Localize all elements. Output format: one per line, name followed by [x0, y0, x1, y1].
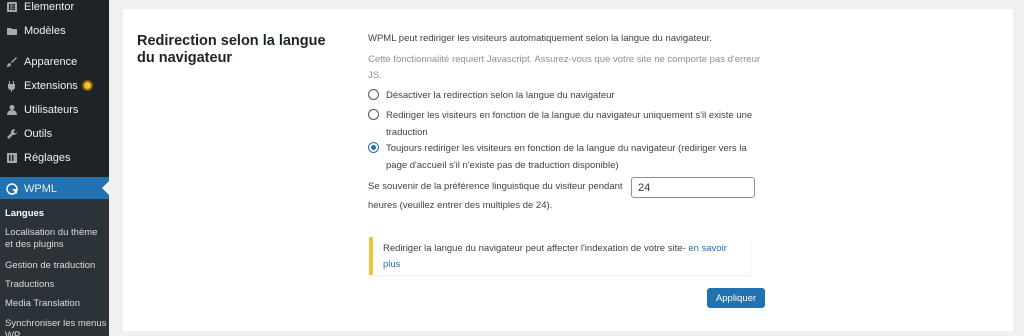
elementor-icon [3, 0, 21, 14]
remember-label: Se souvenir de la préférence linguistiqu… [368, 181, 623, 192]
option-label: Toujours rediriger les visiteurs en fonc… [386, 143, 747, 171]
sidebar-item-label: Utilisateurs [24, 103, 79, 116]
sidebar-item-label: WPML [24, 182, 57, 195]
wpml-submenu: Langues Localisation du thème et des plu… [0, 199, 109, 336]
sidebar-item-label: Modèles [24, 24, 66, 37]
apply-button[interactable]: Appliquer [707, 288, 765, 308]
sidebar-item-reglages[interactable]: Réglages [0, 146, 109, 169]
js-requirement-note: Cette fonctionnalité requiert Javascript… [368, 54, 761, 81]
sidebar-item-apparence[interactable]: Apparence [0, 50, 109, 73]
submenu-item-traductions[interactable]: Traductions [5, 279, 107, 291]
radio-redirect-if-translation[interactable] [368, 109, 379, 120]
update-badge [81, 80, 93, 91]
plugin-icon [3, 79, 21, 93]
option-disable-redirect[interactable]: Désactiver la redirection selon la langu… [368, 87, 768, 104]
sidebar-item-elementor[interactable]: Elementor [0, 0, 109, 18]
section-description: WPML peut rediriger les visiteurs automa… [368, 33, 712, 44]
admin-sidebar: Elementor Modèles Apparence Extensions U… [0, 0, 109, 336]
sidebar-item-outils[interactable]: Outils [0, 122, 109, 145]
sidebar-item-modeles[interactable]: Modèles [0, 19, 109, 42]
sidebar-item-extensions[interactable]: Extensions [0, 74, 109, 97]
sidebar-item-utilisateurs[interactable]: Utilisateurs [0, 98, 109, 121]
submenu-item-localisation[interactable]: Localisation du thème et des plugins [5, 227, 107, 251]
sidebar-item-label: Apparence [24, 55, 78, 68]
section-title: Redirection selon la langue du navigateu… [137, 33, 326, 66]
remember-suffix: heures (veuillez entrer des multiples de… [368, 200, 553, 211]
seo-warning-notice: Rediriger la langue du navigateur peut a… [369, 237, 751, 275]
submenu-item-synchroniser-menus[interactable]: Synchroniser les menus WP [5, 318, 107, 336]
submenu-item-langues[interactable]: Langues [5, 208, 107, 220]
folder-icon [3, 24, 21, 38]
hours-input[interactable] [631, 177, 755, 198]
radio-disable-redirect[interactable] [368, 89, 379, 100]
wpml-icon [3, 182, 21, 196]
notice-text: Rediriger la langue du navigateur peut a… [383, 243, 689, 254]
sidebar-item-label: Extensions [24, 79, 78, 92]
settings-icon [3, 151, 21, 165]
sidebar-item-label: Elementor [24, 0, 75, 13]
active-menu-arrow [102, 181, 109, 195]
option-label: Rediriger les visiteurs en fonction de l… [386, 110, 753, 138]
submenu-item-media-translation[interactable]: Media Translation [5, 298, 107, 310]
radio-always-redirect[interactable] [368, 142, 379, 153]
option-label: Désactiver la redirection selon la langu… [386, 90, 615, 101]
sidebar-item-label: Réglages [24, 151, 71, 164]
wrench-icon [3, 127, 21, 141]
settings-panel: Redirection selon la langue du navigateu… [123, 9, 1013, 331]
option-redirect-if-translation[interactable]: Rediriger les visiteurs en fonction de l… [368, 107, 768, 141]
sidebar-item-label: Outils [24, 127, 53, 140]
user-icon [3, 103, 21, 117]
brush-icon [3, 55, 21, 69]
submenu-item-gestion-traduction[interactable]: Gestion de traduction [5, 260, 107, 272]
sidebar-item-wpml[interactable]: WPML [0, 177, 109, 200]
option-always-redirect[interactable]: Toujours rediriger les visiteurs en fonc… [368, 140, 768, 174]
